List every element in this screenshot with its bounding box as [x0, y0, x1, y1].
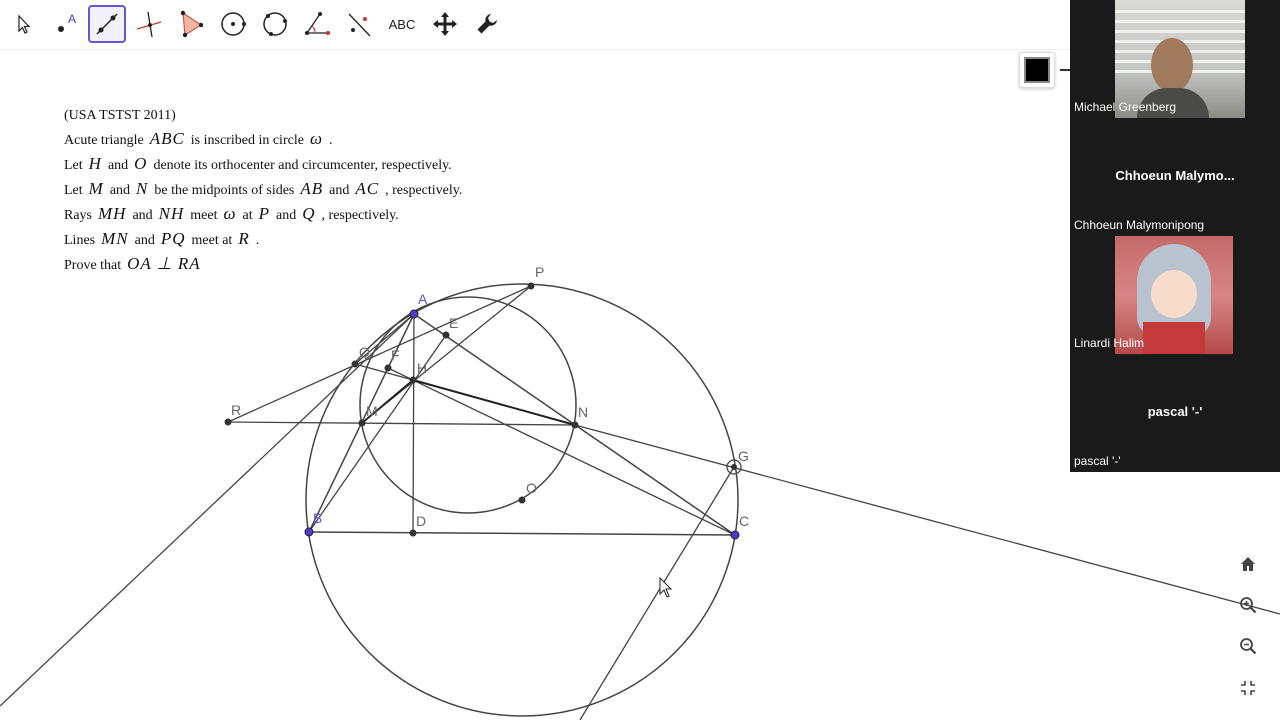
zoom-out-icon: [1240, 638, 1257, 655]
participant-tile-name[interactable]: pascal '-' pascal '-': [1070, 354, 1280, 472]
zoom-out-button[interactable]: [1236, 634, 1260, 658]
point-R[interactable]: [224, 418, 232, 426]
participant-tile-video[interactable]: Michael Greenberg: [1070, 0, 1280, 118]
svg-text:A: A: [68, 12, 76, 26]
point-N[interactable]: [571, 421, 579, 429]
toolbar: A ABC: [0, 0, 1070, 50]
reflect-tool-button[interactable]: [340, 5, 378, 43]
person-head: [1151, 38, 1193, 92]
point-A[interactable]: [409, 309, 419, 319]
label-O: O: [526, 480, 537, 496]
home-view-button[interactable]: [1236, 552, 1260, 576]
angle-tool-button[interactable]: [298, 5, 336, 43]
label-G: G: [738, 448, 749, 464]
point-tool-button[interactable]: A: [47, 5, 85, 43]
line-PQ[interactable]: [227, 285, 532, 423]
blind-slat: [1115, 20, 1245, 23]
label-Q: Q: [359, 344, 370, 360]
participant-name: Chhoeun Malymonipong: [1074, 218, 1205, 232]
label-C: C: [739, 513, 749, 529]
participant-tile-name[interactable]: Chhoeun Malymo... Chhoeun Malymonipong: [1070, 118, 1280, 236]
blind-slat: [1115, 10, 1245, 13]
point-H[interactable]: [409, 376, 417, 384]
zoom-in-button[interactable]: [1236, 593, 1260, 617]
circle-three-points-icon: [263, 12, 287, 36]
label-E: E: [449, 315, 458, 331]
label-D: D: [416, 513, 426, 529]
fullscreen-button[interactable]: [1236, 676, 1260, 700]
label-H: H: [417, 360, 427, 376]
point-D[interactable]: [409, 529, 417, 537]
avatar-clothes: [1143, 322, 1205, 354]
participant-name: Linardi Halim: [1074, 336, 1145, 350]
tools-button[interactable]: [468, 5, 506, 43]
point-C[interactable]: [730, 530, 740, 540]
participant-display-name: pascal '-': [1147, 404, 1203, 419]
line-tool-button[interactable]: [88, 5, 126, 43]
label-R: R: [231, 402, 241, 418]
point-icon: A: [58, 12, 76, 32]
video-participants-panel: Michael Greenberg Chhoeun Malymo... Chho…: [1070, 0, 1280, 472]
point-Q[interactable]: [351, 360, 359, 368]
label-M: M: [366, 403, 378, 419]
label-F: F: [391, 347, 400, 363]
circle-center-tool-button[interactable]: [214, 5, 252, 43]
point-M[interactable]: [358, 419, 366, 427]
move-tool-button[interactable]: [4, 5, 42, 43]
label-N: N: [578, 404, 588, 420]
avatar-face: [1151, 270, 1197, 318]
zoom-in-icon: [1240, 597, 1257, 614]
line-extended[interactable]: [0, 313, 415, 707]
circle-three-points-tool-button[interactable]: [256, 5, 294, 43]
line-through-G[interactable]: [579, 466, 735, 720]
side-BC[interactable]: [308, 531, 736, 536]
ray-NH[interactable]: [412, 379, 576, 426]
wrench-icon: [477, 14, 497, 34]
perpendicular-line-icon: [136, 11, 162, 38]
label-P: P: [535, 264, 544, 280]
polygon-tool-button[interactable]: [172, 5, 210, 43]
fullscreen-icon: [1241, 681, 1255, 695]
label-B: B: [313, 510, 322, 526]
participant-name: Michael Greenberg: [1074, 100, 1177, 114]
mouse-cursor-icon: [659, 576, 673, 598]
text-tool-button[interactable]: ABC: [383, 5, 421, 43]
participant-name: pascal '-': [1074, 454, 1121, 468]
reflect-icon: [348, 13, 371, 37]
nine-point-circle[interactable]: [359, 296, 577, 514]
point-O[interactable]: [518, 496, 526, 504]
point-E[interactable]: [442, 331, 450, 339]
circle-center-icon: [221, 12, 246, 36]
line-icon: [96, 13, 118, 35]
point-P[interactable]: [527, 282, 535, 290]
angle-icon: [305, 12, 330, 35]
home-icon: [1241, 557, 1255, 571]
perpendicular-line-tool-button[interactable]: [130, 5, 168, 43]
move-arrows-icon: [433, 12, 457, 36]
label-A: A: [418, 291, 428, 307]
participant-display-name: Chhoeun Malymo...: [1115, 168, 1235, 183]
participant-tile-avatar[interactable]: Linardi Halim: [1070, 236, 1280, 354]
point-G[interactable]: [731, 464, 737, 470]
text-tool-label: ABC: [388, 16, 416, 32]
point-B[interactable]: [304, 527, 314, 537]
blind-slat: [1115, 30, 1245, 33]
move-graphics-tool-button[interactable]: [426, 5, 464, 43]
point-F[interactable]: [384, 364, 392, 372]
polygon-icon: [180, 10, 204, 38]
cursor-arrow-icon: [18, 14, 31, 34]
line-MN[interactable]: [227, 421, 576, 426]
